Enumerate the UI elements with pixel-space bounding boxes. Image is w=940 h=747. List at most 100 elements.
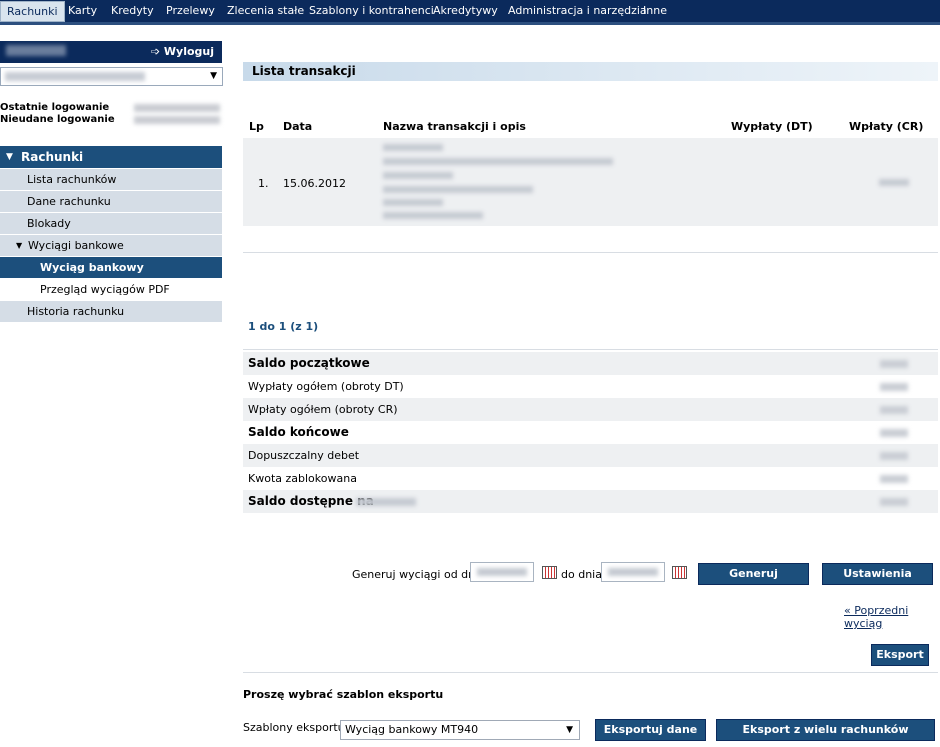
nav-tab-kredyty[interactable]: Kredyty (105, 0, 160, 22)
sidebar-item-dane-rachunku[interactable]: Dane rachunku (0, 191, 222, 213)
export-templates-label: Szablony eksportu (243, 721, 345, 734)
row-lp: 1. (258, 177, 269, 190)
nav-tab-przelewy[interactable]: Przelewy (160, 0, 221, 22)
logout-label: Wyloguj (163, 45, 214, 58)
expand-arrow-icon: ▼ (16, 241, 23, 250)
balance-date-redacted (356, 498, 416, 506)
summary-row: Wpłaty ogółem (obroty CR) (243, 398, 938, 421)
sidebar-item-historia[interactable]: Historia rachunku (0, 301, 222, 323)
sidebar-item-label: Historia rachunku (27, 305, 125, 318)
account-select[interactable]: ▼ (0, 67, 223, 86)
failed-login-value-redacted (134, 116, 220, 124)
divider (243, 672, 938, 673)
sidebar-item-blokady[interactable]: Blokady (0, 213, 222, 235)
column-header-credit: Wpłaty (CR) (849, 120, 924, 133)
account-number-redacted (5, 72, 145, 81)
top-divider (0, 22, 940, 25)
export-section-title: Proszę wybrać szablon eksportu (243, 688, 444, 701)
summary-label: Saldo początkowe (248, 356, 370, 370)
divider (243, 252, 938, 253)
description-redacted (383, 172, 453, 179)
sidebar-item-label: Dane rachunku (27, 195, 111, 208)
summary-value-redacted (880, 475, 908, 483)
sidebar-item-label: Lista rachunków (27, 173, 117, 186)
logout-icon: ➩ (150, 45, 161, 58)
summary-row: Saldo dostępne na (243, 490, 938, 513)
summary-value-redacted (880, 406, 908, 414)
dropdown-arrow-icon: ▼ (566, 725, 573, 735)
summary-row: Saldo końcowe (243, 421, 938, 444)
summary-row: Kwota zablokowana (243, 467, 938, 490)
sidebar-item-lista-rachunkow[interactable]: Lista rachunków (0, 169, 222, 191)
summary-value-redacted (880, 383, 908, 391)
generate-button[interactable]: Generuj (698, 563, 809, 585)
summary-value-redacted (880, 429, 908, 437)
summary-label: Wypłaty ogółem (obroty DT) (248, 380, 404, 393)
export-multi-accounts-button[interactable]: Eksport z wielu rachunków (716, 719, 935, 741)
nav-tab-inne[interactable]: Inne (637, 0, 673, 22)
sidebar-item-label: Wyciągi bankowe (28, 239, 124, 252)
export-button[interactable]: Eksport (871, 644, 929, 666)
dropdown-arrow-icon: ▼ (210, 71, 217, 81)
summary-row: Dopuszczalny debet (243, 444, 938, 467)
nav-tab-szablony[interactable]: Szablony i kontrahenci (303, 0, 440, 22)
previous-statement-link[interactable]: « Poprzedni wyciąg (844, 604, 940, 630)
export-data-button[interactable]: Eksportuj dane (595, 719, 706, 741)
nav-tab-karty[interactable]: Karty (62, 0, 103, 22)
nav-tab-rachunki[interactable]: Rachunki (0, 1, 65, 22)
sidebar-item-wyciagi-bankowe[interactable]: ▼ Wyciągi bankowe (0, 235, 222, 257)
sidebar-section-rachunki[interactable]: ▼ Rachunki (0, 146, 222, 168)
sidebar-item-label: Przegląd wyciągów PDF (40, 283, 170, 296)
nav-tab-akredytywy[interactable]: Akredytywy (427, 0, 504, 22)
date-value-redacted (477, 568, 527, 576)
logout-button[interactable]: ➩ Wyloguj (151, 41, 214, 63)
description-redacted (383, 186, 533, 193)
user-bar: ➩ Wyloguj (0, 41, 222, 63)
sidebar-section-label: Rachunki (21, 150, 84, 164)
description-redacted (383, 199, 443, 206)
nav-tab-administracja[interactable]: Administracja i narzędzia (502, 0, 653, 22)
date-from-input[interactable] (470, 562, 534, 582)
top-navigation: Rachunki Karty Kredyty Przelewy Zlecenia… (0, 0, 940, 22)
column-header-lp: Lp (249, 120, 264, 133)
sidebar-item-label: Blokady (27, 217, 71, 230)
calendar-icon[interactable] (542, 566, 557, 579)
column-header-date: Data (283, 120, 313, 133)
page-title: Lista transakcji (243, 62, 938, 81)
amount-redacted (879, 179, 909, 186)
failed-login-label: Nieudane logowanie (0, 114, 115, 125)
summary-row: Wypłaty ogółem (obroty DT) (243, 375, 938, 398)
column-header-name: Nazwa transakcji i opis (383, 120, 526, 133)
last-login-label: Ostatnie logowanie (0, 102, 110, 113)
sidebar-item-label: Wyciąg bankowy (40, 261, 144, 274)
description-redacted (383, 212, 483, 219)
generate-from-label: Generuj wyciągi od dnia (352, 568, 485, 581)
user-name-redacted (6, 45, 66, 56)
date-value-redacted (608, 568, 658, 576)
expand-arrow-icon: ▼ (6, 152, 13, 162)
description-redacted (383, 158, 613, 165)
summary-label: Saldo końcowe (248, 425, 349, 439)
column-header-debit: Wypłaty (DT) (731, 120, 813, 133)
table-row[interactable]: 1. 15.06.2012 (243, 138, 938, 226)
sidebar-item-przeglad-pdf[interactable]: Przegląd wyciągów PDF (0, 279, 222, 301)
summary-label: Saldo dostępne na (248, 494, 374, 508)
summary-label: Wpłaty ogółem (obroty CR) (248, 403, 398, 416)
summary-label: Dopuszczalny debet (248, 449, 360, 462)
failed-login-row: Nieudane logowanie (0, 114, 222, 125)
sidebar-item-wyciag-bankowy[interactable]: Wyciąg bankowy (0, 257, 222, 279)
calendar-icon[interactable] (672, 566, 687, 579)
export-template-select[interactable]: Wyciąg bankowy MT940 ▼ (340, 720, 580, 740)
settings-button[interactable]: Ustawienia (822, 563, 933, 585)
pagination-info: 1 do 1 (z 1) (248, 320, 319, 333)
nav-tab-zlecenia[interactable]: Zlecenia stałe (221, 0, 310, 22)
summary-value-redacted (880, 498, 908, 506)
summary-value-redacted (880, 360, 908, 368)
date-to-input[interactable] (601, 562, 665, 582)
export-template-value: Wyciąg bankowy MT940 (345, 723, 479, 736)
divider (243, 349, 938, 350)
last-login-value-redacted (134, 104, 220, 112)
summary-value-redacted (880, 452, 908, 460)
last-login-row: Ostatnie logowanie (0, 102, 222, 113)
generate-to-label: do dnia (561, 568, 602, 581)
